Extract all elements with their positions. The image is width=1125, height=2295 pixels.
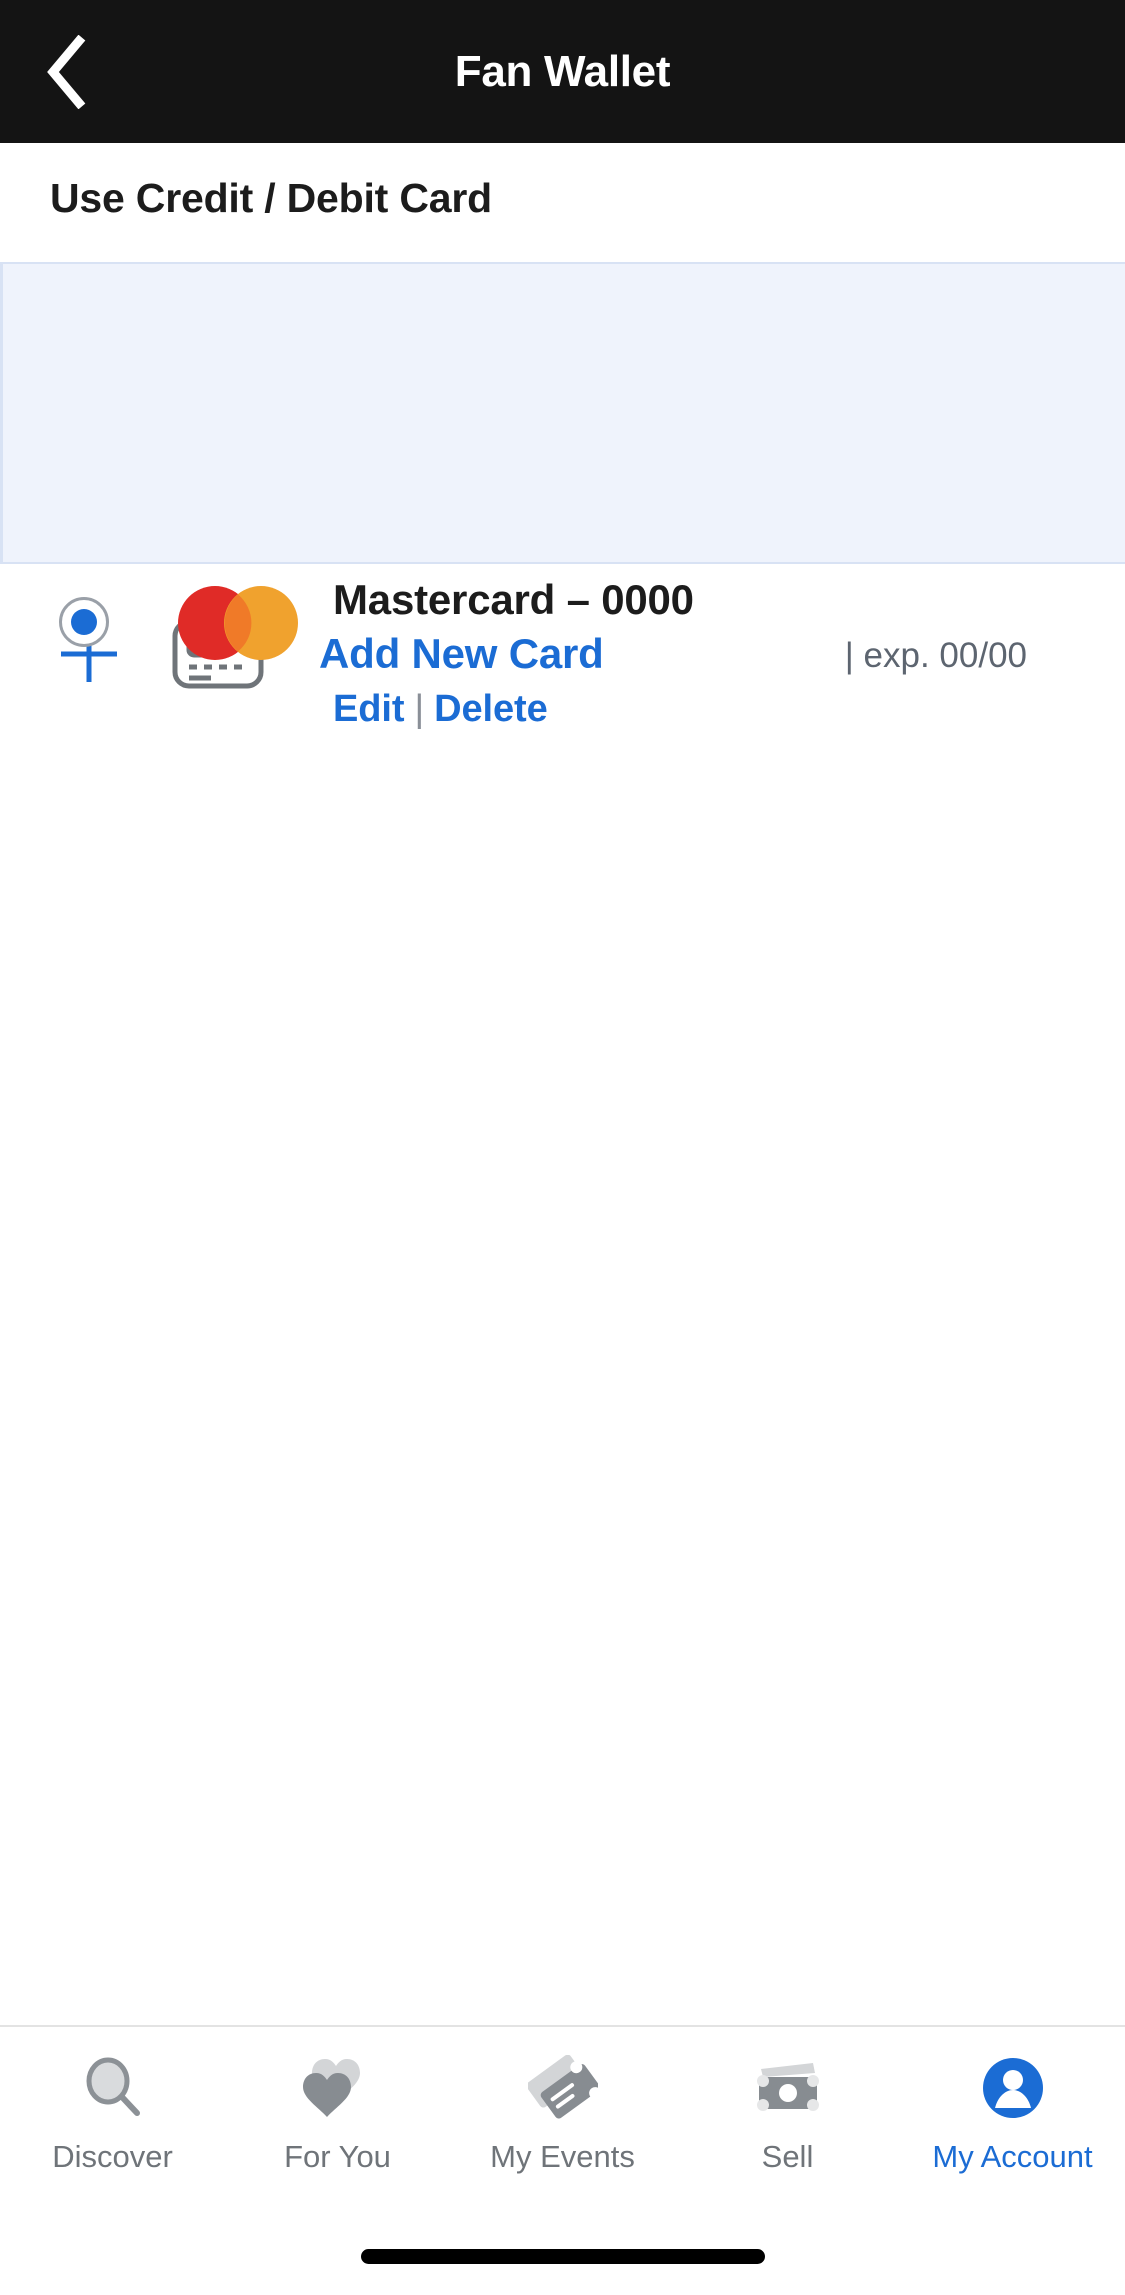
tab-for-you[interactable]: For You: [225, 2049, 450, 2175]
delete-card-link[interactable]: Delete: [434, 688, 548, 730]
tab-label: For You: [284, 2139, 391, 2174]
navigation-bar: Fan Wallet: [0, 0, 1125, 143]
card-details: Mastercard – 0000 | exp. 00/00 Edit | Dele…: [333, 576, 1085, 731]
mastercard-logo: [171, 586, 305, 660]
tab-label: My Events: [490, 2139, 635, 2174]
tab-label: My Account: [932, 2139, 1093, 2174]
tab-discover[interactable]: Discover: [0, 2049, 225, 2175]
tab-my-account[interactable]: My Account: [900, 2049, 1125, 2175]
app-screen: Fan Wallet Use Credit / Debit Card Maste…: [0, 0, 1125, 2295]
content-empty-area: [0, 744, 1125, 2025]
search-icon: [81, 2049, 145, 2127]
money-icon: [753, 2049, 823, 2127]
section-heading: Use Credit / Debit Card: [50, 175, 492, 221]
person-icon: [981, 2049, 1045, 2127]
home-indicator-area: [0, 2217, 1125, 2295]
bottom-tab-bar: Discover For You My Events Sell My Accou…: [0, 2025, 1125, 2217]
card-actions: Edit | Delete: [333, 688, 1085, 731]
saved-card-row[interactable]: Mastercard – 0000 | exp. 00/00 Edit | Dele…: [0, 262, 1125, 730]
tab-label: Discover: [52, 2139, 173, 2174]
chevron-left-icon: [43, 34, 87, 109]
home-indicator[interactable]: [360, 2248, 765, 2264]
tab-sell[interactable]: Sell: [675, 2049, 900, 2175]
tab-label: Sell: [761, 2139, 814, 2174]
card-name: Mastercard – 0000: [333, 576, 694, 623]
back-button[interactable]: [0, 0, 130, 143]
card-expiry: | exp. 00/00: [844, 636, 1027, 676]
page-title: Fan Wallet: [454, 46, 671, 96]
action-separator: |: [414, 688, 425, 731]
radio-selected-dot: [71, 609, 97, 635]
edit-card-link[interactable]: Edit: [333, 688, 404, 730]
hearts-icon: [302, 2049, 373, 2127]
tickets-icon: [527, 2049, 598, 2127]
tab-my-events[interactable]: My Events: [450, 2049, 675, 2175]
card-select-radio[interactable]: [59, 597, 109, 647]
